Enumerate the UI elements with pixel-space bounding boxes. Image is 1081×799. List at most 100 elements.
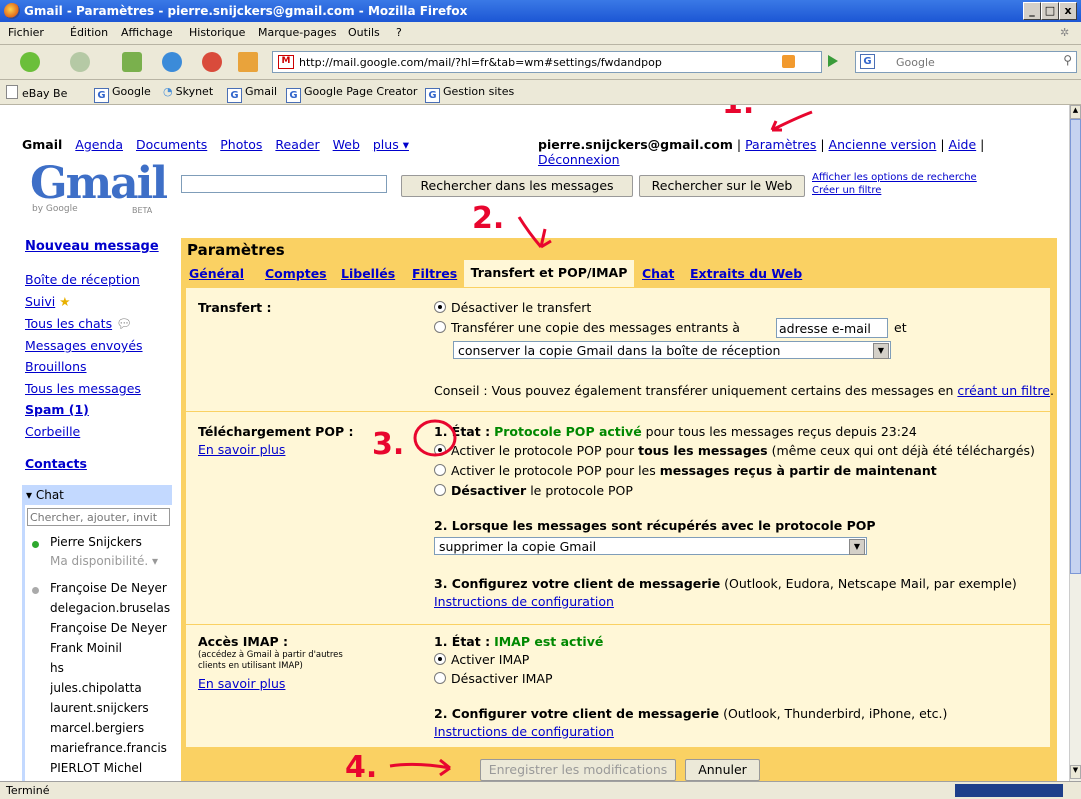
vertical-scrollbar[interactable]: ▲ ▼	[1069, 105, 1081, 781]
stop-icon[interactable]	[202, 52, 222, 72]
settings-link[interactable]: Paramètres	[745, 137, 816, 152]
sidebar-item-drafts[interactable]: Brouillons	[25, 359, 87, 374]
chat-search-input[interactable]	[27, 508, 170, 526]
chat-contact[interactable]: marcel.bergiers	[50, 721, 172, 735]
search-messages-button[interactable]: Rechercher dans les messages	[401, 175, 633, 197]
create-filter-tip-link[interactable]: créant un filtre	[957, 383, 1050, 398]
chat-contact[interactable]: jules.chipolatta	[50, 681, 172, 695]
menu-outils[interactable]: Outils	[348, 26, 380, 39]
old-version-link[interactable]: Ancienne version	[829, 137, 937, 152]
scroll-up-icon[interactable]: ▲	[1070, 105, 1081, 119]
topnav-agenda[interactable]: Agenda	[75, 137, 123, 152]
sidebar-item-starred[interactable]: Suivi ★	[25, 294, 70, 309]
topnav-photos[interactable]: Photos	[220, 137, 262, 152]
refresh-icon[interactable]	[162, 52, 182, 72]
chat-contact[interactable]: laurent.snijckers	[50, 701, 172, 715]
topnav-documents[interactable]: Documents	[136, 137, 207, 152]
pop-from-now-radio[interactable]: Activer le protocole POP pour les messag…	[434, 463, 937, 478]
google-engine-icon[interactable]: G	[860, 54, 875, 69]
chat-contact[interactable]: PIERLOT Michel	[50, 761, 172, 775]
help-link[interactable]: Aide	[949, 137, 977, 152]
cancel-button[interactable]: Annuler	[685, 759, 760, 781]
search-options-link[interactable]: Afficher les options de recherche	[812, 172, 977, 183]
url-input[interactable]	[297, 53, 791, 71]
availability-dropdown[interactable]: Ma disponibilité. ▾	[50, 554, 172, 568]
bookmark-ebay[interactable]: eBay Be	[6, 85, 67, 100]
search-engine-input[interactable]	[894, 53, 1048, 71]
menu-help[interactable]: ?	[396, 26, 402, 39]
menu-marque-pages[interactable]: Marque-pages	[258, 26, 336, 39]
topnav-plus[interactable]: plus ▾	[373, 137, 409, 152]
minimize-button[interactable]: _	[1023, 2, 1041, 20]
chat-contact[interactable]: mariefrance.francis	[50, 741, 172, 755]
bookmark-gmail[interactable]: G Gmail	[227, 85, 277, 103]
sidebar-item-chats[interactable]: Tous les chats 💬︎	[25, 316, 132, 332]
logout-link[interactable]: Déconnexion	[538, 152, 620, 167]
pop-action-select[interactable]: supprimer la copie Gmail ▼	[434, 537, 867, 555]
forward-address-input[interactable]	[776, 318, 888, 338]
chat-contact[interactable]: Françoise De Neyer	[50, 581, 172, 595]
tab-filtres[interactable]: Filtres	[412, 266, 457, 281]
forward-icon[interactable]	[70, 52, 90, 72]
mail-search-input[interactable]	[181, 175, 387, 193]
bookmark-skynet[interactable]: ◔ Skynet	[163, 85, 213, 98]
pop-disable-radio[interactable]: Désactiver le protocole POP	[434, 483, 633, 498]
sidebar-item-all-mail[interactable]: Tous les messages	[25, 381, 141, 396]
imap-learn-more-link[interactable]: En savoir plus	[198, 676, 285, 691]
disable-forward-radio[interactable]: Désactiver le transfert	[434, 300, 591, 315]
search-engine-bar[interactable]: G ⚲	[855, 51, 1077, 73]
tab-libelles[interactable]: Libellés	[341, 266, 395, 281]
tab-web-clips[interactable]: Extraits du Web	[690, 266, 802, 281]
menu-affichage[interactable]: Affichage	[121, 26, 173, 39]
maximize-button[interactable]: □	[1041, 2, 1059, 20]
contacts-link[interactable]: Contacts	[25, 456, 87, 471]
forward-copy-radio[interactable]: Transférer une copie des messages entran…	[434, 320, 740, 335]
save-button[interactable]: Enregistrer les modifications	[480, 759, 676, 781]
pop-question-2: 2. Lorsque les messages sont récupérés a…	[434, 518, 876, 533]
radio-unchecked-icon	[434, 484, 446, 496]
sidebar-item-trash[interactable]: Corbeille	[25, 424, 80, 439]
tab-general[interactable]: Général	[189, 266, 244, 281]
tab-chat[interactable]: Chat	[642, 266, 674, 281]
magnifier-icon[interactable]: ⚲	[1063, 53, 1072, 67]
status-text: Terminé	[6, 784, 50, 797]
tab-transfert-pop-imap[interactable]: Transfert et POP/IMAP	[464, 260, 634, 287]
keep-copy-select[interactable]: conserver la copie Gmail dans la boîte d…	[453, 341, 891, 359]
imap-disable-radio[interactable]: Désactiver IMAP	[434, 671, 553, 686]
chat-contact[interactable]: Françoise De Neyer	[50, 621, 172, 635]
reload-icon[interactable]	[122, 52, 142, 72]
topnav-web[interactable]: Web	[333, 137, 360, 152]
close-button[interactable]: x	[1059, 2, 1077, 20]
sidebar-item-sent[interactable]: Messages envoyés	[25, 338, 143, 353]
chat-contact[interactable]: hs	[50, 661, 172, 675]
gmail-logo[interactable]: Gmail by Google BETA	[30, 158, 168, 217]
pop-learn-more-link[interactable]: En savoir plus	[198, 442, 285, 457]
scroll-thumb[interactable]	[1070, 119, 1081, 574]
bookmark-google[interactable]: G Google	[94, 85, 151, 103]
imap-enable-radio[interactable]: Activer IMAP	[434, 652, 529, 667]
url-bar[interactable]: M	[272, 51, 822, 73]
topnav-reader[interactable]: Reader	[275, 137, 319, 152]
chat-title[interactable]: ▾ Chat	[26, 488, 64, 502]
sidebar-item-spam[interactable]: Spam (1)	[25, 402, 89, 417]
compose-link[interactable]: Nouveau message	[25, 239, 159, 254]
imap-config-instructions-link[interactable]: Instructions de configuration	[434, 724, 614, 739]
back-icon[interactable]	[20, 52, 40, 72]
pop-config-instructions-link[interactable]: Instructions de configuration	[434, 594, 614, 609]
search-web-button[interactable]: Rechercher sur le Web	[639, 175, 805, 197]
menu-edition[interactable]: Édition	[70, 26, 108, 39]
bookmark-page-creator[interactable]: G Google Page Creator	[286, 85, 417, 103]
create-filter-link[interactable]: Créer un filtre	[812, 185, 881, 196]
home-icon[interactable]	[238, 52, 258, 72]
pop-all-messages-radio[interactable]: Activer le protocole POP pour tous les m…	[434, 443, 1035, 458]
menu-historique[interactable]: Historique	[189, 26, 245, 39]
rss-icon[interactable]	[782, 55, 795, 68]
chat-contact[interactable]: Frank Moinil	[50, 641, 172, 655]
sidebar-item-inbox[interactable]: Boîte de réception	[25, 272, 140, 287]
tab-comptes[interactable]: Comptes	[265, 266, 327, 281]
chat-contact[interactable]: delegacion.bruselas	[50, 601, 172, 615]
bookmark-gestion-sites[interactable]: G Gestion sites	[425, 85, 514, 103]
go-icon[interactable]	[828, 55, 838, 67]
scroll-down-icon[interactable]: ▼	[1070, 765, 1081, 779]
menu-fichier[interactable]: Fichier	[8, 26, 44, 39]
